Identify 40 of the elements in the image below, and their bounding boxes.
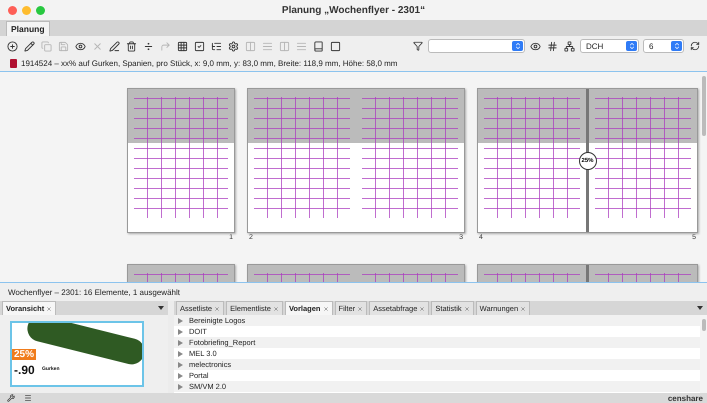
hierarchy-icon[interactable] (563, 40, 576, 52)
settings-icon[interactable] (227, 40, 240, 52)
add-icon[interactable] (6, 40, 19, 52)
sign-icon[interactable] (108, 40, 121, 52)
close-button[interactable] (8, 6, 17, 15)
grid-icon[interactable] (176, 40, 189, 52)
count-select[interactable]: 6 (643, 39, 684, 53)
window-title: Planung „Wochenflyer - 2301“ (282, 4, 426, 16)
pencil-icon[interactable] (23, 40, 36, 52)
close-icon[interactable] (520, 306, 526, 312)
caret-icon[interactable] (158, 306, 164, 310)
caret-icon[interactable] (697, 306, 703, 310)
grid-icon[interactable] (546, 40, 559, 52)
checkbox-icon[interactable] (193, 40, 206, 52)
filter-icon[interactable] (411, 40, 424, 52)
selection-info: 1914524 – xx% auf Gurken, Spanien, pro Stück, x: 9,0 mm, y: 83,0 mm, Breite: 118,9 mm, Höhe: 58,0 mm (21, 59, 398, 68)
refresh-icon[interactable] (688, 40, 701, 52)
tab[interactable]: Planung (6, 21, 50, 36)
stepper-icon[interactable] (512, 41, 523, 51)
scrollbar[interactable] (702, 76, 706, 136)
trash-icon[interactable] (125, 40, 138, 52)
close-icon[interactable] (46, 306, 52, 312)
book-icon[interactable] (312, 40, 325, 52)
close-icon[interactable] (272, 306, 279, 312)
filter-field[interactable] (428, 39, 525, 53)
logo: censhare (668, 394, 703, 402)
page-spread[interactable] (247, 88, 465, 233)
document-icon (10, 59, 17, 68)
stepper-icon[interactable] (671, 41, 682, 51)
close-icon[interactable] (357, 306, 364, 312)
close-icon[interactable] (464, 306, 470, 312)
scrollbar[interactable] (702, 319, 706, 331)
close-icon[interactable] (214, 306, 220, 312)
stepper-icon[interactable] (626, 41, 637, 51)
close-icon[interactable] (322, 306, 329, 312)
discount-label: 25% (12, 349, 36, 360)
channel-select[interactable]: DCH (580, 39, 639, 53)
close-icon[interactable] (419, 306, 426, 312)
price-label: -.90 (14, 363, 35, 377)
frame-icon[interactable] (329, 40, 342, 52)
